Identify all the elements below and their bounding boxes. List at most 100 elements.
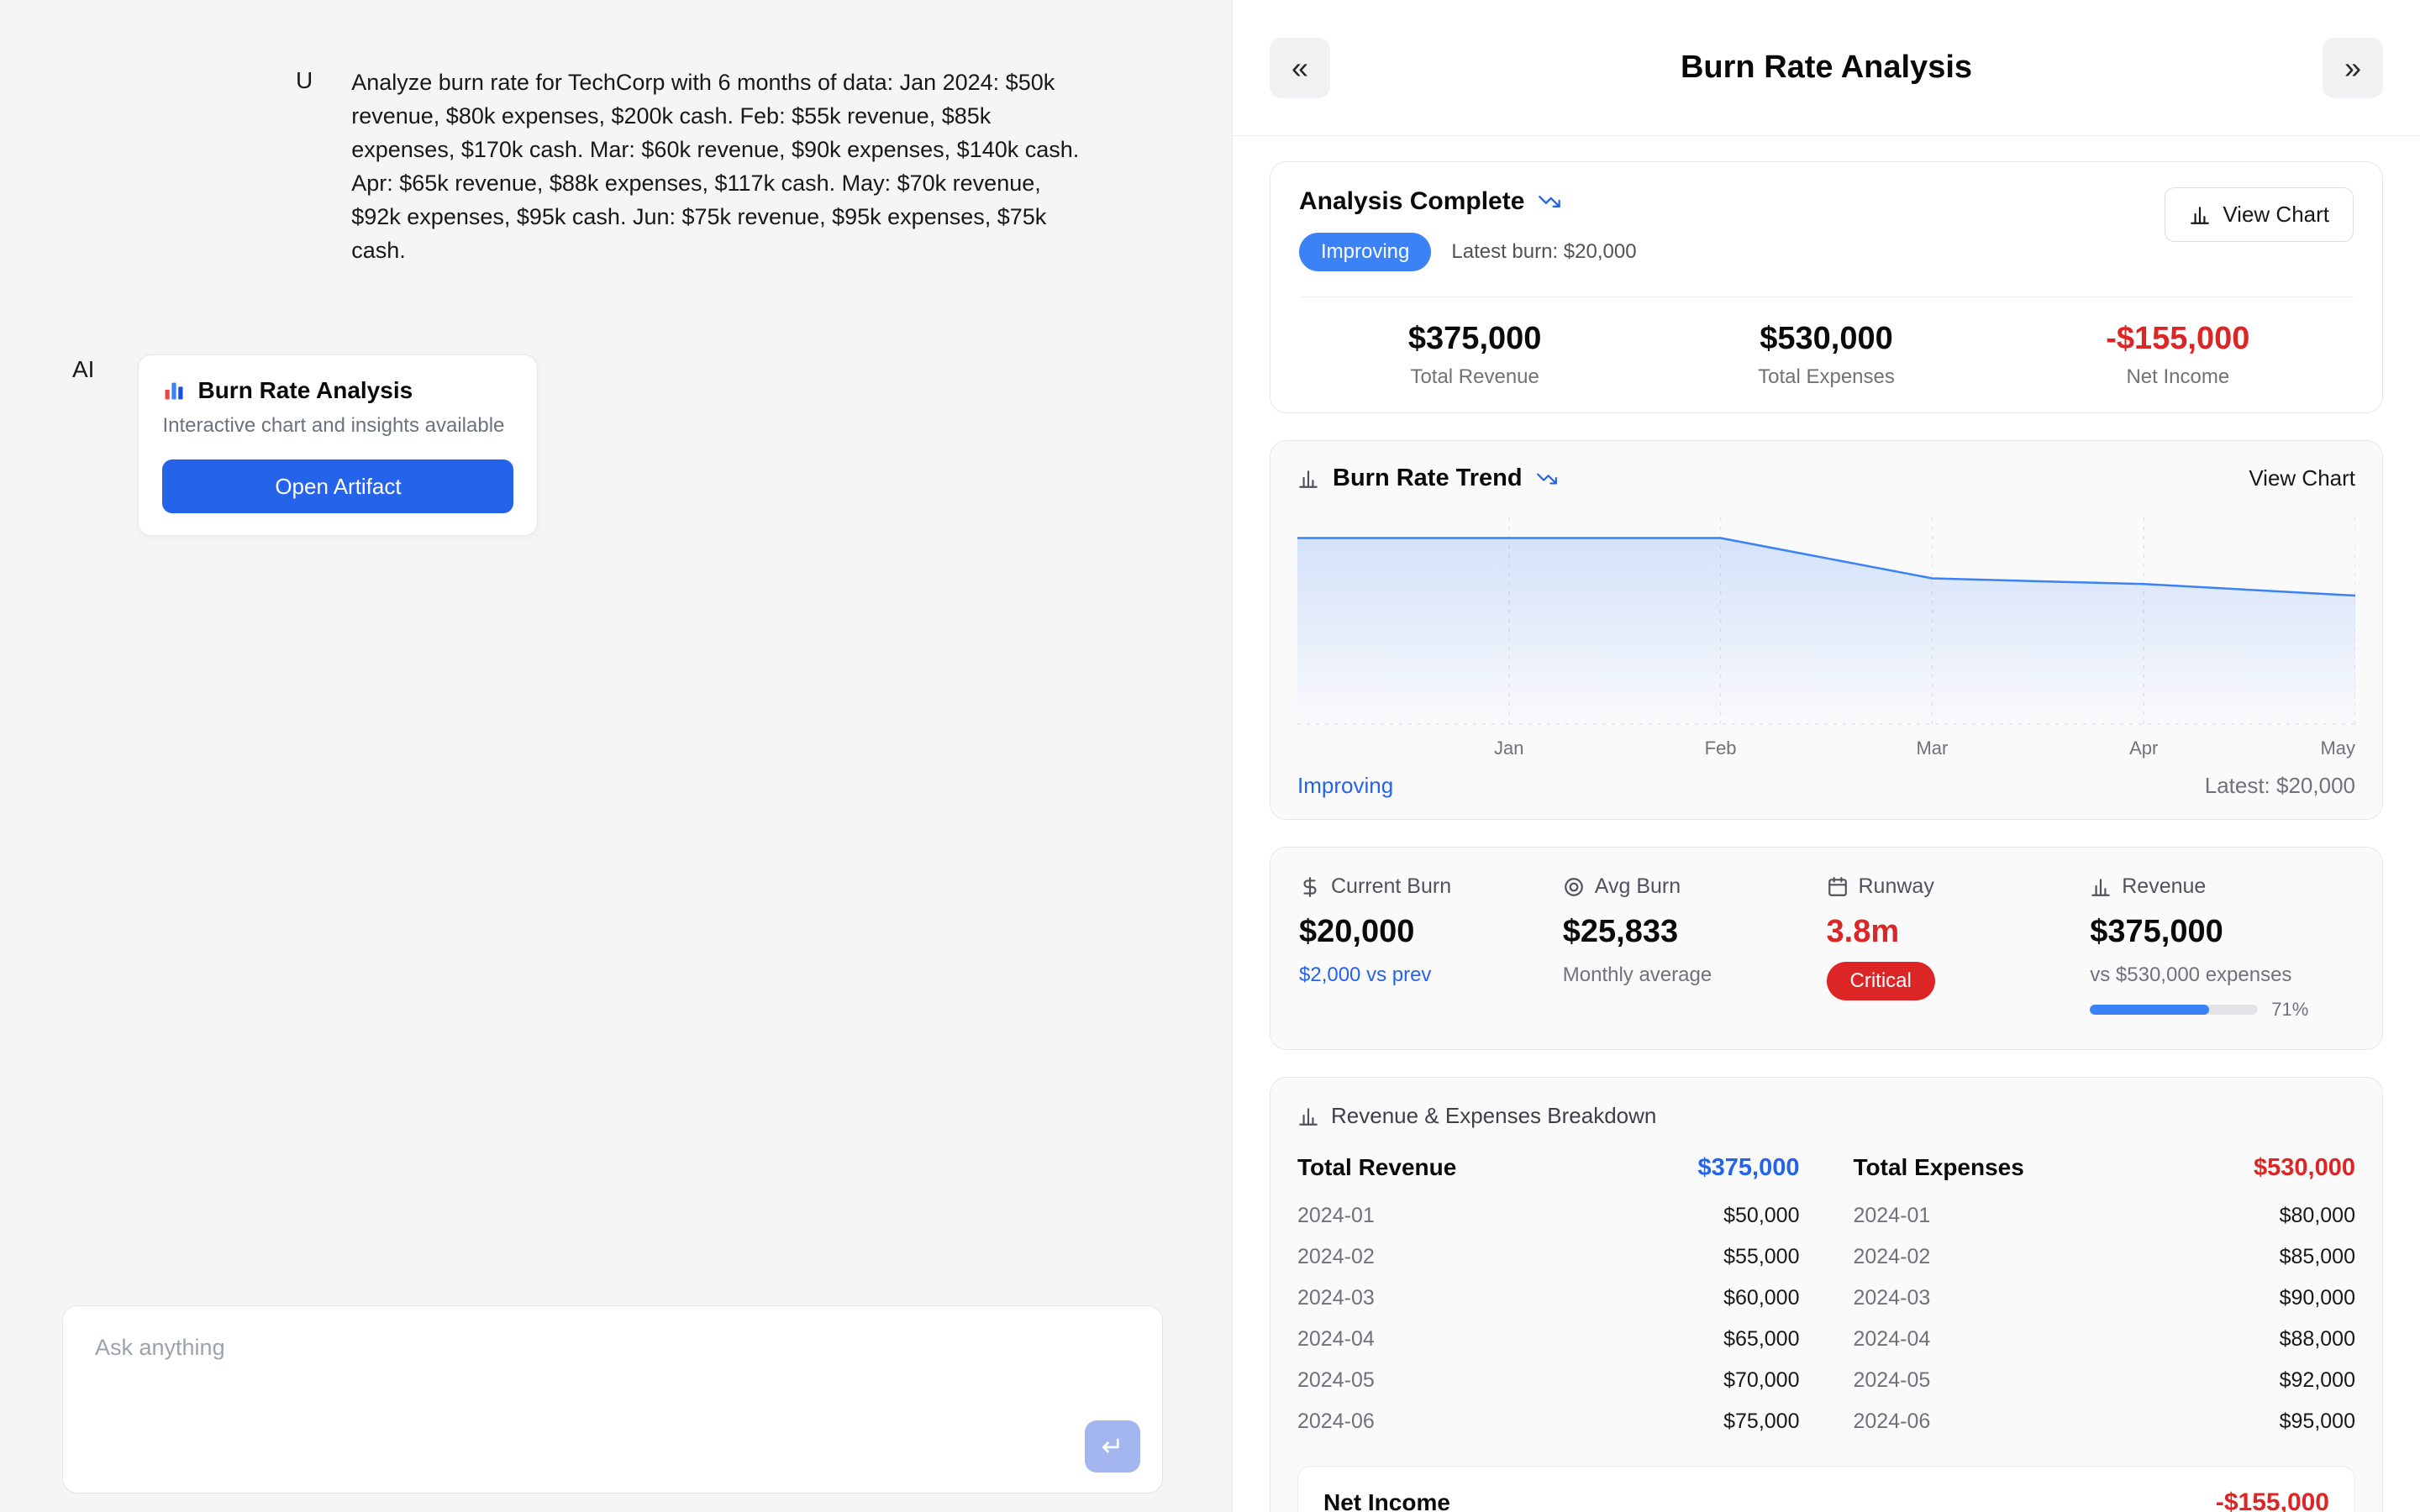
trend-status: Improving (1297, 773, 1393, 799)
runway-label: Runway (1859, 874, 1934, 899)
artifact-card-subtitle: Interactive chart and insights available (162, 414, 513, 438)
expenses-column: Total Expenses $530,000 2024-01 $80,000 … (1854, 1154, 2356, 1442)
breakdown-row-value: $95,000 (2280, 1410, 2355, 1434)
expenses-column-total: $530,000 (2254, 1154, 2355, 1182)
user-avatar: U (296, 66, 313, 267)
net-income-box: Net Income -$155,000 Loss-making over th… (1297, 1466, 2355, 1512)
current-burn-metric: Current Burn $20,000 $2,000 vs prev (1299, 874, 1563, 1021)
table-row: 2024-04 $88,000 (1854, 1319, 2356, 1360)
breakdown-row-value: $90,000 (2280, 1286, 2355, 1310)
trending-down-icon (1536, 468, 1558, 490)
user-message-text: Analyze burn rate for TechCorp with 6 mo… (351, 66, 1091, 267)
revenue-column: Total Revenue $375,000 2024-01 $50,000 2… (1297, 1154, 1800, 1442)
breakdown-row-value: $65,000 (1723, 1327, 1799, 1352)
metrics-card: Current Burn $20,000 $2,000 vs prev Avg … (1270, 847, 2383, 1050)
total-revenue-stat: $375,000 Total Revenue (1299, 321, 1650, 389)
bar-chart-icon (2090, 876, 2112, 898)
chart-x-label: Jan (1494, 738, 1523, 759)
chart-area-fill (1297, 538, 2355, 728)
breakdown-row-month: 2024-03 (1297, 1286, 1375, 1310)
table-row: 2024-02 $85,000 (1854, 1236, 2356, 1278)
revenue-vs-expenses: vs $530,000 expenses (2090, 963, 2354, 987)
breakdown-card: Revenue & Expenses Breakdown Total Reven… (1270, 1077, 2383, 1512)
return-arrow-icon: ↵ (1102, 1431, 1124, 1462)
breakdown-row-month: 2024-06 (1297, 1410, 1375, 1434)
artifact-header: « Burn Rate Analysis » (1233, 0, 2420, 136)
breakdown-row-month: 2024-02 (1297, 1245, 1375, 1269)
trend-latest: Latest: $20,000 (2205, 773, 2355, 799)
bar-chart-emoji-icon (162, 379, 186, 402)
revenue-progress-label: 71% (2271, 999, 2308, 1021)
current-burn-label: Current Burn (1331, 874, 1451, 899)
runway-value: 3.8m (1827, 914, 2091, 950)
expenses-column-name: Total Expenses (1854, 1154, 2024, 1181)
current-burn-label-row: Current Burn (1299, 874, 1563, 899)
artifact-preview-card: Burn Rate Analysis Interactive chart and… (138, 354, 538, 536)
total-revenue-label: Total Revenue (1299, 365, 1650, 389)
breakdown-row-month: 2024-03 (1854, 1286, 1931, 1310)
total-revenue-value: $375,000 (1299, 321, 1650, 357)
revenue-label-row: Revenue (2090, 874, 2354, 899)
dollar-icon (1299, 876, 1321, 898)
critical-badge: Critical (1827, 962, 1935, 1000)
breakdown-row-month: 2024-04 (1854, 1327, 1931, 1352)
net-income-row: Net Income -$155,000 (1323, 1488, 2329, 1512)
breakdown-row-month: 2024-01 (1854, 1204, 1931, 1228)
bar-chart-icon (1297, 1105, 1319, 1127)
runway-metric: Runway 3.8m Critical (1827, 874, 2091, 1021)
bar-chart-icon (2189, 204, 2211, 226)
app-root: U Analyze burn rate for TechCorp with 6 … (0, 0, 2420, 1512)
composer: ↵ (62, 1305, 1163, 1494)
revenue-column-name: Total Revenue (1297, 1154, 1456, 1181)
analysis-summary-card: Analysis Complete Improving Latest burn:… (1270, 161, 2383, 413)
total-expenses-stat: $530,000 Total Expenses (1650, 321, 2002, 389)
artifact-panel: « Burn Rate Analysis » Analysis Complete (1232, 0, 2420, 1512)
breakdown-row-month: 2024-02 (1854, 1245, 1931, 1269)
burn-trend-chart: JanFebMarAprMay (1297, 512, 2355, 763)
burn-trend-chart-svg (1297, 512, 2355, 727)
summary-stats-row: $375,000 Total Revenue $530,000 Total Ex… (1299, 297, 2354, 389)
table-row: 2024-05 $92,000 (1854, 1360, 2356, 1401)
view-chart-button[interactable]: View Chart (2165, 187, 2354, 242)
avg-burn-value: $25,833 (1563, 914, 1827, 950)
open-artifact-button[interactable]: Open Artifact (162, 459, 513, 513)
total-expenses-value: $530,000 (1650, 321, 2002, 357)
expenses-column-header: Total Expenses $530,000 (1854, 1154, 2356, 1195)
artifact-card-title: Burn Rate Analysis (197, 377, 413, 404)
chat-input[interactable] (63, 1306, 1162, 1432)
table-row: 2024-06 $95,000 (1854, 1401, 2356, 1442)
table-row: 2024-06 $75,000 (1297, 1401, 1800, 1442)
ai-message-row: AI Burn Rate Analysis Interactive chart … (0, 354, 1232, 536)
breakdown-row-month: 2024-05 (1854, 1368, 1931, 1393)
total-expenses-label: Total Expenses (1650, 365, 2002, 389)
net-income-value: -$155,000 (2002, 321, 2354, 357)
breakdown-row-value: $60,000 (1723, 1286, 1799, 1310)
expand-panel-button[interactable]: » (2323, 38, 2383, 98)
revenue-label: Revenue (2122, 874, 2206, 899)
net-income-box-label: Net Income (1323, 1489, 1450, 1512)
trend-view-chart-button[interactable]: View Chart (2249, 465, 2355, 491)
avg-burn-label: Avg Burn (1595, 874, 1681, 899)
chart-x-label: May (2320, 738, 2355, 759)
chevrons-right-icon: » (2344, 50, 2361, 86)
revenue-value: $375,000 (2090, 914, 2354, 950)
avg-burn-label-row: Avg Burn (1563, 874, 1827, 899)
trend-card-header: Burn Rate Trend View Chart (1297, 465, 2355, 492)
revenue-column-header: Total Revenue $375,000 (1297, 1154, 1800, 1195)
send-button[interactable]: ↵ (1085, 1420, 1140, 1473)
table-row: 2024-01 $50,000 (1297, 1195, 1800, 1236)
chart-x-label: Mar (1916, 738, 1948, 759)
bar-chart-icon (1297, 468, 1319, 490)
artifact-card-header: Burn Rate Analysis (162, 377, 513, 404)
breakdown-row-value: $70,000 (1723, 1368, 1799, 1393)
trend-header-left: Burn Rate Trend (1297, 465, 1558, 492)
table-row: 2024-03 $60,000 (1297, 1278, 1800, 1319)
chevrons-left-icon: « (1292, 50, 1308, 86)
collapse-panel-button[interactable]: « (1270, 38, 1330, 98)
current-burn-value: $20,000 (1299, 914, 1563, 950)
revenue-progress-row: 71% (2090, 999, 2354, 1021)
chart-x-label: Feb (1705, 738, 1737, 759)
revenue-progress-track (2090, 1005, 2258, 1015)
avg-burn-metric: Avg Burn $25,833 Monthly average (1563, 874, 1827, 1021)
improving-badge: Improving (1299, 233, 1431, 271)
